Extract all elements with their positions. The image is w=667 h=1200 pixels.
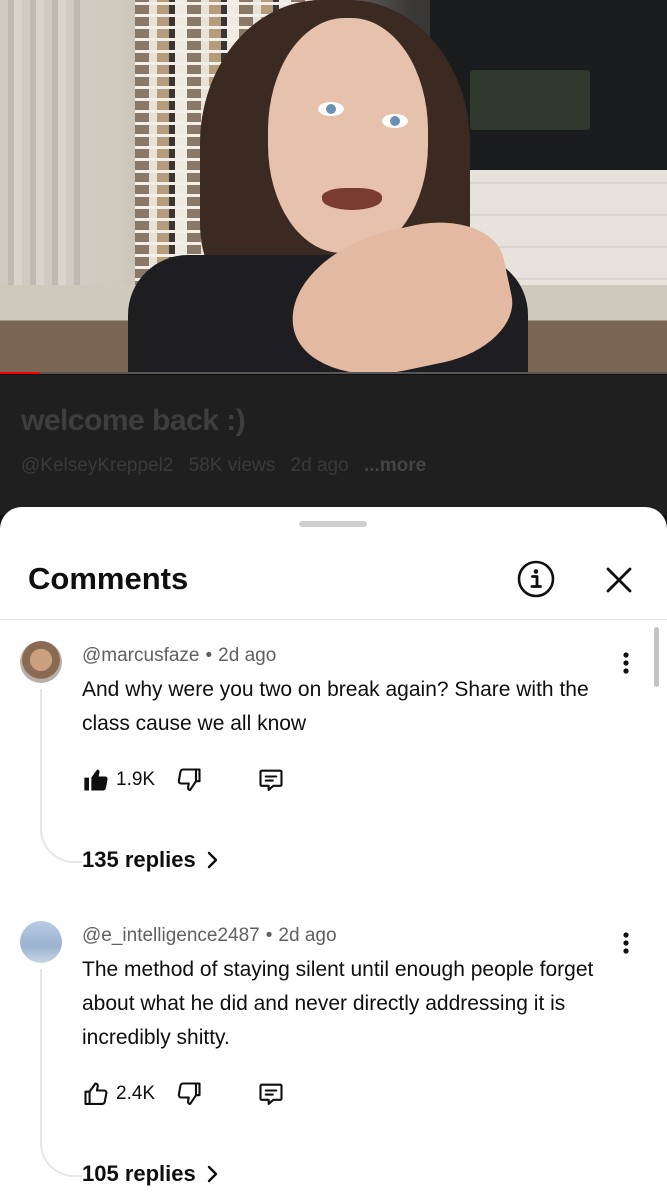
video-age: 2d ago [290, 455, 349, 476]
avatar[interactable] [20, 921, 62, 963]
comment-actions: 2.4K [82, 1079, 285, 1109]
video-frame-eye [318, 102, 344, 116]
comment-age: 2d ago [218, 645, 277, 666]
comment-header: @marcusfaze • 2d ago [82, 645, 276, 667]
thread-line [40, 969, 82, 1177]
thumbs-down-icon [177, 768, 201, 791]
avatar[interactable] [20, 641, 62, 683]
comment-header: @e_intelligence2487 • 2d ago [82, 925, 337, 947]
comment-author[interactable]: @e_intelligence2487 [82, 925, 260, 946]
info-button[interactable] [514, 557, 558, 601]
comment-reply-icon [259, 769, 283, 791]
close-button[interactable] [598, 559, 642, 603]
dislike-button[interactable] [175, 766, 203, 794]
video-frame-eye [382, 114, 408, 128]
info-icon [517, 560, 555, 598]
like-button[interactable] [82, 1080, 110, 1108]
replies-count: 135 replies [82, 847, 196, 872]
thumbs-up-icon [84, 1082, 108, 1105]
video-frame-curtain [0, 0, 80, 300]
separator-dot: • [265, 925, 273, 946]
video-progress-bar[interactable] [0, 372, 667, 374]
like-count: 2.4K [116, 1083, 156, 1104]
sheet-divider [0, 619, 667, 620]
view-count: 58K views [188, 455, 276, 476]
channel-handle[interactable]: @KelseyKreppel2 [21, 455, 173, 476]
more-link[interactable]: ...more [364, 455, 426, 476]
thread-line [40, 689, 82, 863]
chevron-right-icon [207, 851, 217, 869]
view-replies-button[interactable]: 105 replies [82, 1161, 220, 1187]
video-meta: @KelseyKreppel2 58K views 2d ago ...more [21, 455, 436, 477]
comment-age: 2d ago [278, 925, 337, 946]
reply-button[interactable] [257, 766, 285, 794]
dislike-button[interactable] [175, 1080, 203, 1108]
comment-author[interactable]: @marcusfaze [82, 645, 200, 666]
comment-text: And why were you two on break again? Sha… [82, 678, 589, 735]
comment-actions: 1.9K [82, 765, 285, 795]
comments-title: Comments [28, 561, 189, 596]
replies-count: 105 replies [82, 1161, 196, 1186]
video-info-panel [0, 375, 667, 515]
like-count: 1.9K [116, 769, 156, 790]
thumbs-up-filled-icon [84, 769, 108, 791]
sheet-grabber[interactable] [299, 521, 367, 527]
video-player[interactable] [0, 0, 667, 374]
video-frame-mouth [322, 188, 382, 210]
video-frame-face [268, 18, 428, 253]
comment-reply-icon [259, 1083, 283, 1105]
comment-text: The method of staying silent until enoug… [82, 958, 594, 1049]
close-icon [606, 567, 632, 593]
reply-button[interactable] [257, 1080, 285, 1108]
view-replies-button[interactable]: 135 replies [82, 847, 220, 873]
video-title: welcome back :) [21, 404, 246, 437]
separator-dot: • [205, 645, 213, 666]
thumbs-down-icon [177, 1082, 201, 1105]
video-progress-fill [0, 372, 41, 374]
comments-sheet: Comments @marcusfaze • 2d ago And why were… [0, 507, 667, 1200]
like-button[interactable] [82, 766, 110, 794]
scrollbar[interactable] [654, 627, 659, 687]
chevron-right-icon [207, 1165, 217, 1183]
